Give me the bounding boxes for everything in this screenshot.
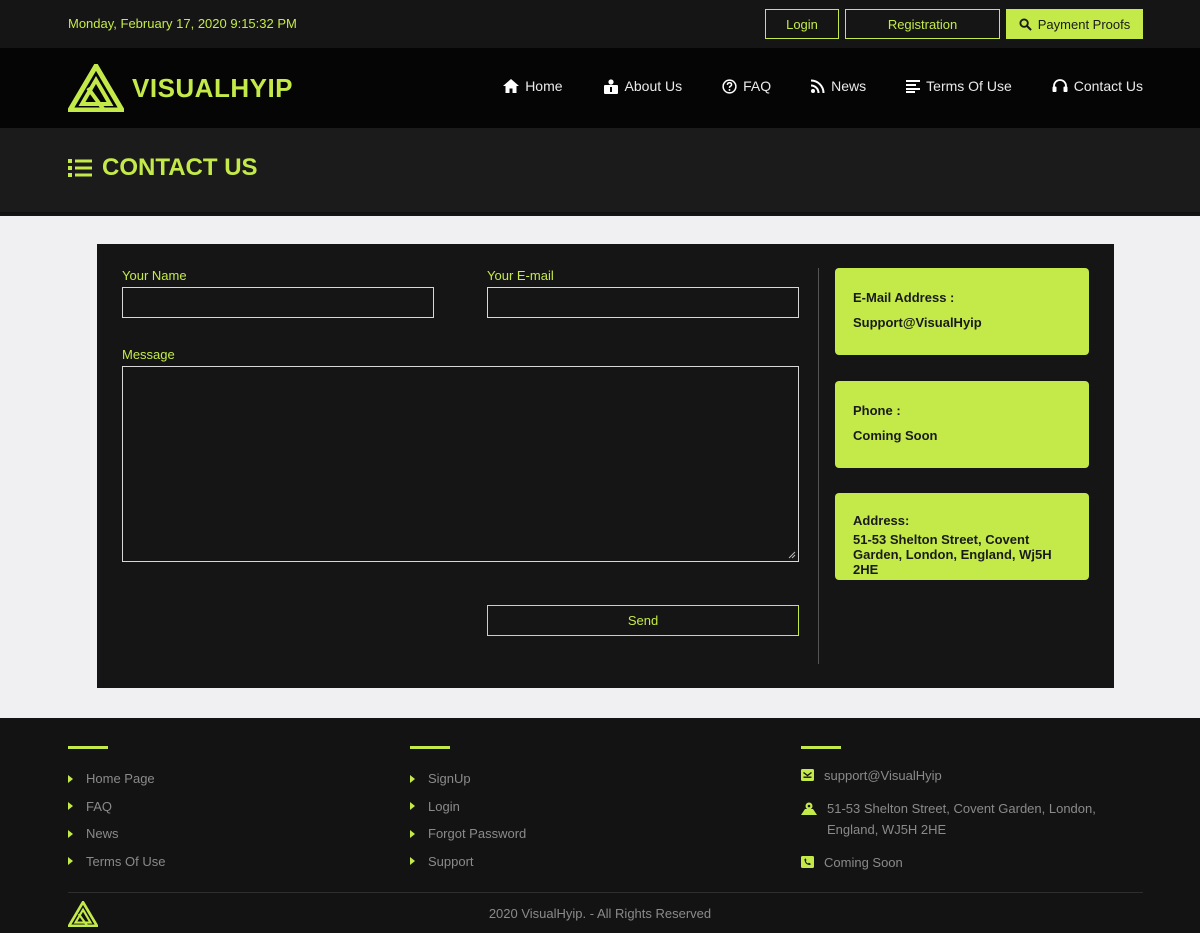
resize-handle-icon[interactable]	[788, 551, 796, 559]
footer-accent-bar	[801, 746, 841, 749]
page-title-text: CONTACT US	[102, 154, 258, 181]
footer-link-label: FAQ	[86, 798, 113, 814]
footer-link-label: Home Page	[86, 771, 155, 787]
registration-button[interactable]: Registration	[845, 9, 1000, 39]
address-card: Address: 51-53 Shelton Street, Covent Ga…	[835, 493, 1089, 580]
footer-link-label: News	[86, 826, 119, 842]
footer-link-faq[interactable]: FAQ	[68, 793, 165, 821]
headset-icon	[1052, 78, 1068, 92]
footer-link-label: Terms Of Use	[86, 853, 166, 869]
footer-email-row: support@VisualHyip	[801, 765, 1121, 786]
login-button-label: Login	[786, 16, 818, 32]
footer-divider	[68, 892, 1143, 893]
map-pin-icon	[801, 802, 817, 815]
caret-right-icon	[410, 829, 415, 838]
site-footer: Home Page FAQ News Terms Of Use SignUp L…	[0, 718, 1200, 933]
send-button-label: Send	[627, 613, 659, 628]
footer-link-label: Login	[428, 798, 460, 814]
footer-links-col2: SignUp Login Forgot Password Support	[410, 765, 526, 875]
footer-email[interactable]: support@VisualHyip	[824, 765, 942, 786]
nav-about[interactable]: About Us	[603, 78, 683, 94]
footer-contact: support@VisualHyip 51-53 Shelton Street,…	[801, 765, 1121, 885]
content-area: Your Name Your E-mail Message Send E-Mai…	[0, 216, 1200, 718]
email-label: Your E-mail	[487, 268, 554, 283]
footer-link-login[interactable]: Login	[410, 793, 526, 821]
nav-contact[interactable]: Contact Us	[1052, 78, 1143, 94]
caret-right-icon	[410, 802, 415, 811]
top-bar: Monday, February 17, 2020 9:15:32 PM Log…	[0, 0, 1200, 48]
nav-faq-label: FAQ	[743, 78, 772, 94]
question-circle-icon	[722, 78, 737, 94]
message-label: Message	[122, 347, 175, 362]
site-header: VISUALHYIP Home About Us FAQ News Terms …	[0, 48, 1200, 128]
about-icon	[603, 78, 618, 94]
envelope-icon	[801, 769, 814, 781]
current-datetime: Monday, February 17, 2020 9:15:32 PM	[68, 16, 297, 31]
name-input[interactable]	[122, 287, 434, 318]
caret-right-icon	[68, 802, 73, 811]
main-nav: Home About Us FAQ News Terms Of Use Cont…	[503, 78, 1143, 94]
nav-news[interactable]: News	[811, 78, 866, 94]
footer-address: 51-53 Shelton Street, Covent Garden, Lon…	[827, 801, 1096, 837]
footer-accent-bar	[68, 746, 108, 749]
send-button[interactable]: Send	[487, 605, 799, 636]
footer-phone-row: Coming Soon	[801, 852, 1121, 873]
payment-proofs-button[interactable]: Payment Proofs	[1006, 9, 1143, 39]
footer-link-support[interactable]: Support	[410, 848, 526, 876]
footer-link-forgot-password[interactable]: Forgot Password	[410, 820, 526, 848]
nav-home[interactable]: Home	[503, 78, 563, 94]
message-textarea[interactable]	[122, 366, 799, 562]
home-icon	[503, 79, 520, 93]
phone-card: Phone : Coming Soon	[835, 381, 1089, 468]
caret-right-icon	[410, 857, 415, 866]
email-input[interactable]	[487, 287, 799, 318]
caret-right-icon	[68, 857, 73, 866]
phone-icon	[801, 856, 814, 868]
list-lines-icon	[906, 80, 921, 93]
page-banner: CONTACT US	[0, 128, 1200, 214]
rss-icon	[811, 79, 825, 93]
phone-card-key: Phone :	[853, 403, 901, 418]
footer-links-col1: Home Page FAQ News Terms Of Use	[68, 765, 165, 875]
contact-panel: Your Name Your E-mail Message Send E-Mai…	[97, 244, 1114, 688]
address-card-value: 51-53 Shelton Street, Covent Garden, Lon…	[853, 532, 1052, 577]
address-card-key: Address:	[853, 513, 910, 528]
triangle-logo-icon	[68, 64, 124, 112]
payment-proofs-label: Payment Proofs	[1037, 16, 1131, 32]
nav-home-label: Home	[525, 78, 563, 94]
nav-about-label: About Us	[624, 78, 683, 94]
footer-link-label: Forgot Password	[428, 826, 527, 842]
caret-right-icon	[68, 829, 73, 838]
email-card-value: Support@VisualHyip	[853, 315, 982, 330]
name-label: Your Name	[122, 268, 187, 283]
email-card-key: E-Mail Address :	[853, 290, 955, 305]
page-title: CONTACT US	[68, 154, 258, 182]
caret-right-icon	[68, 774, 73, 783]
registration-button-label: Registration	[887, 16, 958, 32]
footer-link-label: SignUp	[428, 771, 471, 787]
footer-link-news[interactable]: News	[68, 820, 165, 848]
footer-phone: Coming Soon	[824, 855, 903, 870]
footer-link-signup[interactable]: SignUp	[410, 765, 526, 793]
caret-right-icon	[410, 774, 415, 783]
nav-faq[interactable]: FAQ	[722, 78, 771, 94]
footer-link-label: Support	[428, 853, 474, 869]
list-icon	[68, 159, 92, 177]
email-card: E-Mail Address : Support@VisualHyip	[835, 268, 1089, 355]
site-logo[interactable]: VISUALHYIP	[68, 64, 293, 112]
footer-link-terms[interactable]: Terms Of Use	[68, 848, 165, 876]
footer-accent-bar	[410, 746, 450, 749]
footer-address-row: 51-53 Shelton Street, Covent Garden, Lon…	[801, 798, 1121, 840]
nav-news-label: News	[831, 78, 867, 94]
panel-divider	[818, 268, 819, 664]
search-icon	[1019, 17, 1032, 31]
phone-card-value: Coming Soon	[853, 428, 938, 443]
copyright-text: 2020 VisualHyip. - All Rights Reserved	[488, 906, 712, 921]
nav-terms-label: Terms Of Use	[926, 78, 1012, 94]
brand-name: VISUALHYIP	[132, 72, 294, 103]
nav-terms[interactable]: Terms Of Use	[906, 78, 1012, 94]
footer-link-home[interactable]: Home Page	[68, 765, 165, 793]
nav-contact-label: Contact Us	[1073, 78, 1143, 94]
login-button[interactable]: Login	[765, 9, 839, 39]
